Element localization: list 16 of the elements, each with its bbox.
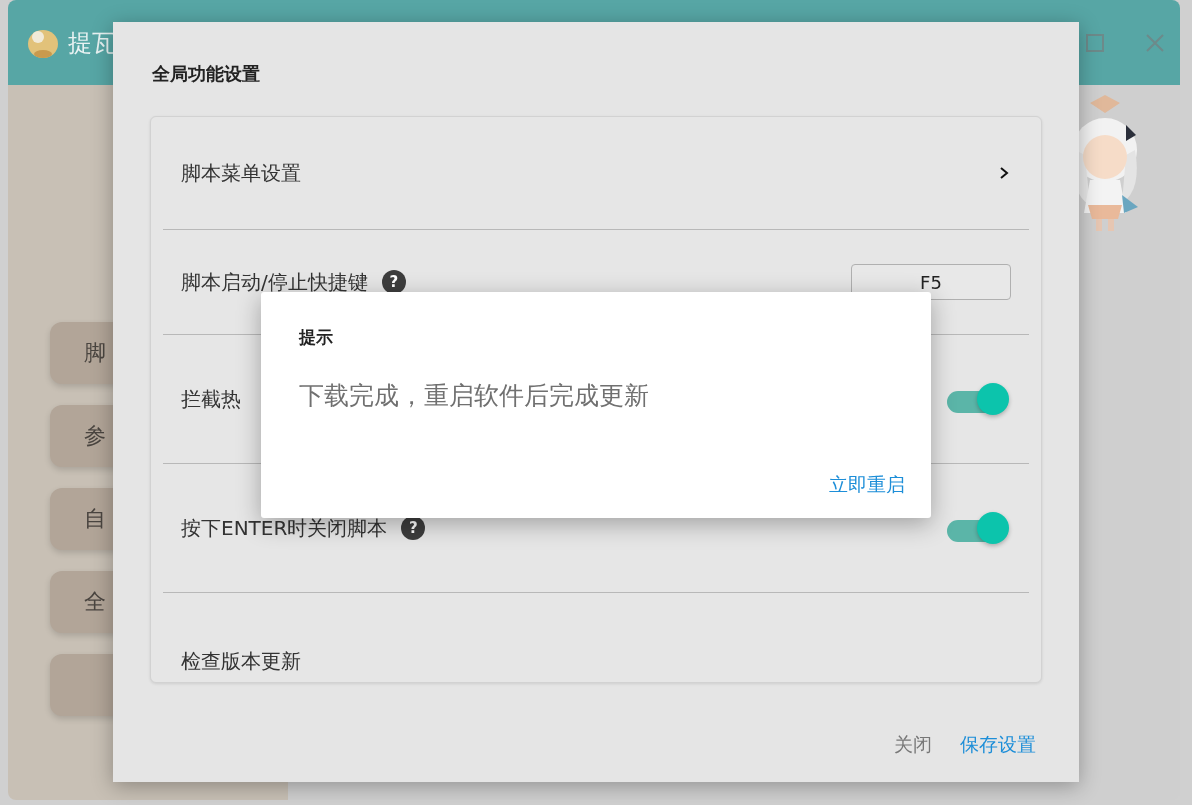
- toggle-switch[interactable]: [947, 510, 1011, 546]
- restart-button[interactable]: 立即重启: [829, 468, 905, 502]
- maximize-icon[interactable]: [1084, 31, 1106, 54]
- setting-label: 脚本菜单设置: [181, 159, 301, 187]
- help-icon[interactable]: ?: [381, 270, 406, 294]
- dialog-title: 全局功能设置: [152, 62, 261, 86]
- toggle-switch[interactable]: [947, 381, 1011, 417]
- setting-label: 脚本启动/停止快捷键: [181, 268, 368, 296]
- setting-label: 检查版本更新: [181, 648, 301, 675]
- setting-label: 拦截热: [181, 385, 241, 413]
- close-button[interactable]: 关闭: [888, 728, 938, 762]
- alert-title: 提示: [299, 326, 334, 349]
- alert-message: 下载完成，重启软件后完成更新: [299, 380, 650, 412]
- close-icon[interactable]: [1144, 31, 1166, 54]
- setting-label: 按下ENTER时关闭脚本: [181, 514, 388, 542]
- help-icon[interactable]: ?: [401, 516, 426, 540]
